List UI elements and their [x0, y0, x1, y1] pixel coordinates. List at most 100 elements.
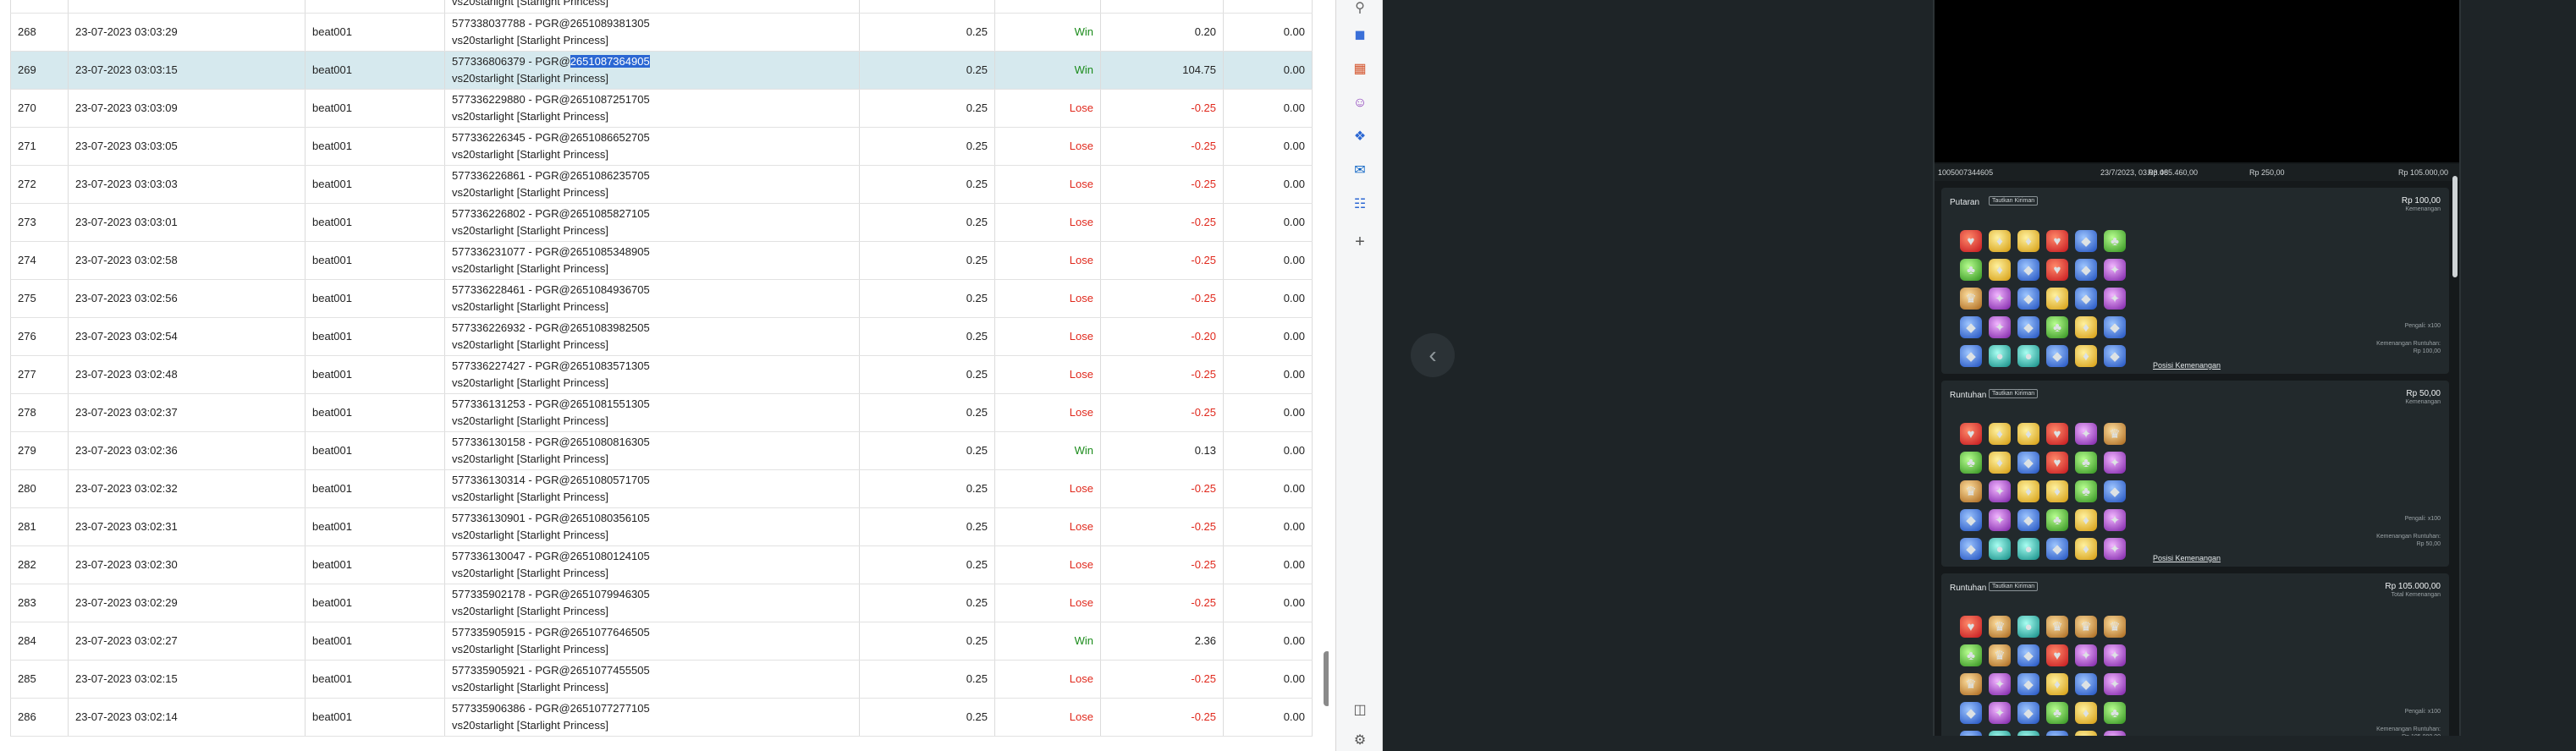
- spin-amount: Rp 100,00: [2401, 196, 2441, 206]
- row-user: beat001: [305, 127, 445, 166]
- browser-sidebar: ⚲ ◼ ▦ ☺ ❖ ✉ ☷ + ◫ ⚙: [1335, 0, 1383, 751]
- game-name: vs20starlight [Starlight Princess]: [452, 33, 608, 47]
- blue-gem-icon: ◆: [2075, 288, 2097, 310]
- winning-position-link[interactable]: Posisi Kemenangan: [2153, 554, 2221, 562]
- table-row[interactable]: 275 23-07-2023 03:02:56 beat001 57733622846…: [10, 279, 1313, 318]
- table-row[interactable]: 286 23-07-2023 03:02:14 beat001 57733590638…: [10, 698, 1313, 737]
- table-row[interactable]: 279 23-07-2023 03:02:36 beat001 57733613015…: [10, 431, 1313, 470]
- blue-gem-icon: ◆: [2017, 452, 2039, 474]
- table-row[interactable]: 278 23-07-2023 03:02:37 beat001 57733613125…: [10, 393, 1313, 432]
- teal-gem-icon: ●: [2017, 345, 2039, 367]
- round-info-bar: 1005007344605 23/7/2023, 03.03.08 Rp 465…: [1935, 164, 2459, 181]
- table-row[interactable]: 282 23-07-2023 03:02:30 beat001 57733613004…: [10, 545, 1313, 584]
- blue-gem-icon: ◆: [1960, 538, 1982, 560]
- crown-gem-icon: ♛: [2104, 616, 2126, 638]
- table-row[interactable]: 271 23-07-2023 03:03:05 beat001 57733622634…: [10, 127, 1313, 166]
- row-result: Lose: [994, 203, 1101, 242]
- row-balance: 0.00: [1223, 431, 1313, 470]
- gold-gem-icon: ♦: [2017, 480, 2039, 502]
- sidebar-toggle-icon[interactable]: ◫: [1351, 702, 1368, 719]
- search-icon[interactable]: ⚲: [1351, 0, 1368, 17]
- table-row[interactable]: 284 23-07-2023 03:02:27 beat001 57733590591…: [10, 622, 1313, 661]
- row-description: 577336231077 - PGR@2651085348905 vs20star…: [444, 241, 860, 280]
- blue-gem-icon: ◆: [2017, 259, 2039, 281]
- row-number: 271: [10, 127, 69, 166]
- table-scrollbar-thumb[interactable]: [1324, 651, 1329, 706]
- row-balance: 0.00: [1223, 507, 1313, 546]
- transaction-table: 26723-07-2023 03:03:32beat00157733803963…: [10, 0, 1313, 737]
- transaction-reference: 577336229880 - PGR@2651087251705: [452, 92, 650, 106]
- outlook-icon[interactable]: ✉: [1351, 162, 1368, 179]
- purple-gem-icon: ✦: [2104, 538, 2126, 560]
- row-bet: 0.25: [859, 431, 995, 470]
- row-description: 577336130047 - PGR@2651080124105 vs20star…: [444, 545, 860, 584]
- spin-badge[interactable]: Tautkan Kiriman: [1989, 196, 2039, 206]
- table-row[interactable]: 274 23-07-2023 03:02:58 beat001 57733623107…: [10, 241, 1313, 280]
- table-row[interactable]: 285 23-07-2023 03:02:15 beat001 57733590592…: [10, 660, 1313, 699]
- row-bet: 0.25: [859, 622, 995, 661]
- spin-badge[interactable]: Tautkan Kiriman: [1989, 389, 2039, 398]
- gold-gem-icon: ♦: [2075, 509, 2097, 531]
- blue-gem-icon: ◆: [2075, 259, 2097, 281]
- row-datetime: 23-07-2023 03:02:30: [68, 545, 305, 584]
- table-row[interactable]: 277 23-07-2023 03:02:48 beat001 57733622742…: [10, 355, 1313, 394]
- transaction-reference: 577335902178 - PGR@2651079946305: [452, 587, 650, 600]
- crown-gem-icon: ♛: [1960, 673, 1982, 695]
- row-description: 577336226932 - PGR@2651083982505 vs20star…: [444, 317, 860, 356]
- red-gem-icon: ♥: [1960, 423, 1982, 445]
- selected-text[interactable]: 2651087364905: [570, 54, 650, 68]
- spin-amount: Rp 50,00: [2406, 389, 2441, 398]
- game-name: vs20starlight [Starlight Princess]: [452, 414, 608, 427]
- row-datetime: 23-07-2023 03:02:31: [68, 507, 305, 546]
- row-number: 281: [10, 507, 69, 546]
- table-row[interactable]: 281 23-07-2023 03:02:31 beat001 57733613090…: [10, 507, 1313, 546]
- row-result: Lose: [994, 165, 1101, 204]
- row-number: 275: [10, 279, 69, 318]
- row-balance: 0.00: [1223, 279, 1313, 318]
- table-row[interactable]: 273 23-07-2023 03:03:01 beat001 57733622680…: [10, 203, 1313, 242]
- row-result: Lose: [994, 279, 1101, 318]
- table-row[interactable]: 268 23-07-2023 03:03:29 beat001 57733803778…: [10, 13, 1313, 52]
- table-row[interactable]: 26723-07-2023 03:03:32beat00157733803963…: [10, 0, 1313, 14]
- row-datetime: 23-07-2023 03:02:56: [68, 279, 305, 318]
- row-description: 577336229880 - PGR@2651087251705 vs20star…: [444, 89, 860, 128]
- add-icon[interactable]: +: [1351, 233, 1368, 250]
- table-row[interactable]: 276 23-07-2023 03:02:54 beat001 57733622693…: [10, 317, 1313, 356]
- transaction-reference: 577336231077 - PGR@2651085348905: [452, 244, 650, 258]
- row-balance: 0.00: [1223, 698, 1313, 737]
- table-row[interactable]: 283 23-07-2023 03:02:29 beat001 57733590217…: [10, 584, 1313, 622]
- table-row[interactable]: 272 23-07-2023 03:03:03 beat001 57733622686…: [10, 165, 1313, 204]
- winning-position-link[interactable]: Posisi Kemenangan: [2153, 361, 2221, 370]
- frame-scrollbar-thumb[interactable]: [2452, 176, 2458, 277]
- row-number: 278: [10, 393, 69, 432]
- row-user: beat001: [305, 660, 445, 699]
- row-number: 269: [10, 51, 69, 90]
- shopping-cart-icon[interactable]: ☷: [1351, 196, 1368, 213]
- gold-gem-icon: ♦: [1989, 230, 2011, 252]
- row-number: 286: [10, 698, 69, 737]
- table-row[interactable]: 269 23-07-2023 03:03:15 beat001 57733680637…: [10, 51, 1313, 90]
- green-gem-icon: ♣: [1960, 452, 1982, 474]
- row-number: 267: [10, 0, 69, 14]
- row-user: beat001: [305, 13, 445, 52]
- row-description: 577338037788 - PGR@2651089381305 vs20star…: [444, 13, 860, 52]
- table-row[interactable]: 270 23-07-2023 03:03:09 beat001 57733622988…: [10, 89, 1313, 128]
- row-datetime: 23-07-2023 03:02:48: [68, 355, 305, 394]
- spin-title: Putaran: [1950, 198, 1980, 207]
- row-bet: 0.25: [859, 279, 995, 318]
- tag-icon[interactable]: ◼: [1351, 27, 1368, 44]
- toolbox-icon[interactable]: ▦: [1351, 61, 1368, 78]
- table-row[interactable]: 280 23-07-2023 03:02:32 beat001 57733613031…: [10, 469, 1313, 508]
- row-description: 577336806379 - PGR@2651087364905 vs20star…: [444, 51, 860, 90]
- row-description: 577336130901 - PGR@2651080356105 vs20star…: [444, 507, 860, 546]
- chevron-left-icon[interactable]: ‹: [1411, 333, 1455, 377]
- spin-badge[interactable]: Tautkan Kiriman: [1989, 582, 2039, 591]
- table-scrollbar[interactable]: [1322, 0, 1329, 751]
- people-icon[interactable]: ☺: [1351, 95, 1368, 112]
- row-user: beat001: [305, 584, 445, 622]
- row-user: beat001: [305, 279, 445, 318]
- copilot-icon[interactable]: ❖: [1351, 129, 1368, 145]
- gold-gem-icon: ♦: [1989, 259, 2011, 281]
- settings-icon[interactable]: ⚙: [1351, 732, 1368, 749]
- row-number: 268: [10, 13, 69, 52]
